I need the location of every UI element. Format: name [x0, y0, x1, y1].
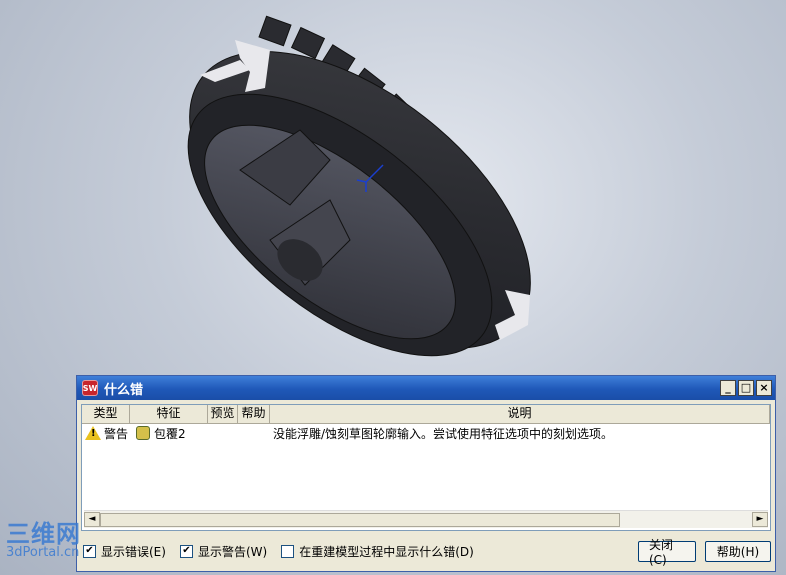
show-errors-checkbox[interactable]: ✔ 显示错误(E): [83, 543, 166, 560]
col-preview[interactable]: 预览: [208, 405, 238, 423]
watermark-logo: 三维网 3dPortal.cn: [6, 522, 81, 560]
show-during-rebuild-checkbox[interactable]: 在重建模型过程中显示什么错(D): [281, 543, 474, 560]
solidworks-app-icon: SW: [82, 380, 98, 396]
close-button[interactable]: 关闭(C): [638, 538, 696, 567]
table-row[interactable]: ! 警告 包覆2 没能浮雕/蚀刻草图轮廓输入。尝试使用特征选项中的刻划选项。: [82, 424, 770, 442]
error-list[interactable]: 类型 特征 预览 帮助 说明 ! 警告 包覆2 没能浮雕/蚀刻草图轮廓输入。尝试…: [81, 404, 771, 531]
help-button[interactable]: 帮助(H): [705, 540, 771, 562]
show-warnings-label: 显示警告(W): [197, 544, 268, 559]
close-window-button[interactable]: ×: [756, 380, 772, 396]
dialog-titlebar[interactable]: SW 什么错 _ □ ×: [77, 376, 775, 400]
show-errors-box[interactable]: ✔: [83, 544, 96, 558]
col-description[interactable]: 说明: [270, 405, 770, 423]
dialog-title: 什么错: [104, 382, 144, 398]
show-warnings-box[interactable]: ✔: [179, 544, 193, 558]
col-type[interactable]: 类型: [82, 405, 130, 423]
list-header: 类型 特征 预览 帮助 说明: [82, 405, 770, 424]
show-during-rebuild-box[interactable]: [281, 544, 295, 558]
feature-wrap-icon: [136, 426, 150, 440]
watermark-line2: 3dPortal.cn: [6, 545, 80, 560]
dialog-footer: ✔ 显示错误(E) ✔ 显示警告(W) 在重建模型过程中显示什么错(D) 关闭(…: [81, 536, 771, 567]
col-feature[interactable]: 特征: [130, 405, 208, 423]
warning-icon: !: [85, 426, 101, 440]
col-help[interactable]: 帮助: [238, 405, 270, 423]
row-description: 没能浮雕/蚀刻草图轮廓输入。尝试使用特征选项中的刻划选项。: [273, 426, 614, 441]
row-type: 警告: [104, 426, 129, 441]
ring-body: [187, 51, 531, 357]
show-errors-label: 显示错误(E): [101, 544, 166, 559]
scroll-left-icon[interactable]: ◄: [84, 512, 100, 527]
watermark-line1: 三维网: [6, 520, 81, 548]
scroll-right-icon[interactable]: ►: [752, 512, 768, 527]
scroll-thumb[interactable]: [100, 512, 620, 527]
row-feature: 包覆2: [154, 426, 186, 441]
show-warnings-checkbox[interactable]: ✔ 显示警告(W): [179, 543, 268, 560]
maximize-button[interactable]: □: [738, 380, 754, 396]
show-during-rebuild-label: 在重建模型过程中显示什么错(D): [299, 544, 474, 559]
minimize-button[interactable]: _: [720, 380, 736, 396]
whats-wrong-dialog: SW 什么错 _ □ × 类型 特征 预览 帮助 说明 ! 警告 包覆2 没能浮…: [76, 375, 776, 572]
horizontal-scrollbar[interactable]: ◄ ►: [84, 510, 768, 528]
